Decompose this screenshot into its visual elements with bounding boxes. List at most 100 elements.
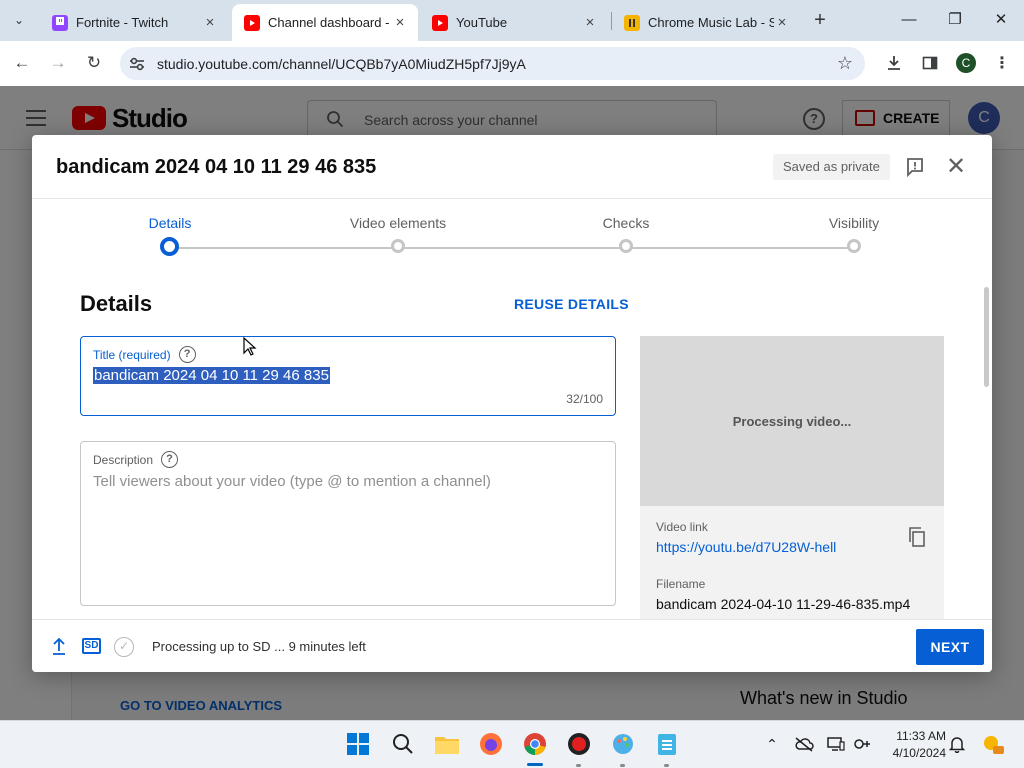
system-clock[interactable]: 11:33 AM 4/10/2024 <box>882 728 946 762</box>
step-video-elements[interactable]: Video elements <box>318 215 478 253</box>
youtube-studio-icon <box>244 14 260 31</box>
checks-icon: ✓ <box>114 637 134 657</box>
dialog-title: bandicam 2024 04 10 11 29 46 835 <box>56 156 377 178</box>
step-indicator <box>847 239 861 253</box>
close-tab-icon[interactable]: × <box>392 14 408 31</box>
active-app-indicator <box>527 763 543 766</box>
clock-date: 4/10/2024 <box>892 746 946 760</box>
close-tab-icon[interactable]: × <box>202 14 218 31</box>
browser-toolbar: ← → ↻ studio.youtube.com/channel/UCQBb7y… <box>0 41 1024 86</box>
new-tab-icon[interactable]: + <box>809 9 831 31</box>
search-icon[interactable] <box>390 731 416 757</box>
tab-chrome-music-lab[interactable]: Chrome Music Lab - S × <box>612 4 800 41</box>
step-indicator <box>160 237 179 256</box>
processing-message: Processing video... <box>732 414 852 429</box>
close-tab-icon[interactable]: × <box>582 14 598 31</box>
title-label-text: Title (required) <box>93 347 171 362</box>
video-preview-panel: Processing video... Video link https://y… <box>640 336 944 626</box>
back-icon[interactable]: ← <box>10 51 34 75</box>
close-tab-icon[interactable]: × <box>774 14 790 31</box>
bookmark-star-icon[interactable]: ☆ <box>837 53 853 74</box>
file-explorer-icon[interactable] <box>434 731 460 757</box>
title-field[interactable]: Title (required) ? bandicam 2024 04 10 1… <box>80 336 616 416</box>
video-link[interactable]: https://youtu.be/d7U28W-hell <box>656 539 836 555</box>
step-checks[interactable]: Checks <box>546 215 706 253</box>
filename-value: bandicam 2024-04-10 11-29-46-835.mp4 <box>656 596 911 612</box>
address-bar[interactable]: studio.youtube.com/channel/UCQBb7yA0Miud… <box>120 47 865 80</box>
dialog-scrollbar[interactable] <box>984 287 989 387</box>
side-panel-icon[interactable] <box>919 52 941 74</box>
weather-widget-icon[interactable] <box>980 734 1006 754</box>
close-dialog-icon[interactable]: ✕ <box>945 155 967 179</box>
step-details[interactable]: Details <box>90 215 250 256</box>
youtube-icon <box>432 14 448 31</box>
tab-youtube[interactable]: YouTube × <box>420 4 608 41</box>
video-thumbnail: Processing video... <box>640 336 944 506</box>
upload-icon[interactable] <box>52 636 66 656</box>
firefox-icon[interactable] <box>478 731 504 757</box>
filename-label: Filename <box>656 577 706 591</box>
profile-avatar[interactable]: C <box>956 53 976 73</box>
step-label: Video elements <box>349 215 447 231</box>
processing-status: Processing up to SD ... 9 minutes left <box>152 639 366 654</box>
tab-title: Channel dashboard - Y <box>268 15 392 30</box>
tab-title: YouTube <box>456 15 508 30</box>
restore-icon[interactable]: ❐ <box>943 8 967 32</box>
url-text[interactable]: studio.youtube.com/channel/UCQBb7yA0Miud… <box>157 56 526 72</box>
title-input-value[interactable]: bandicam 2024 04 10 11 29 46 835 <box>93 367 330 384</box>
clock-time: 11:33 AM <box>896 729 946 743</box>
step-indicator <box>619 239 633 253</box>
network-icon[interactable] <box>852 734 872 754</box>
display-icon[interactable] <box>826 734 846 754</box>
upload-stepper: Details Video elements Checks Visibility <box>32 199 992 269</box>
browser-tab-bar: ⌄ Fortnite - Twitch × Channel dashboard … <box>0 0 1024 41</box>
download-icon[interactable] <box>883 52 905 74</box>
tab-search-icon[interactable]: ⌄ <box>6 8 32 32</box>
notification-bell-icon[interactable] <box>947 734 967 754</box>
help-icon[interactable]: ? <box>161 451 179 468</box>
tab-twitch[interactable]: Fortnite - Twitch × <box>40 4 228 41</box>
windows-start-icon[interactable] <box>345 731 371 757</box>
title-field-label: Title (required) ? <box>93 346 196 363</box>
description-label-text: Description <box>93 452 154 467</box>
music-lab-icon <box>624 14 640 31</box>
notepad-icon[interactable] <box>654 731 680 757</box>
site-info-icon[interactable] <box>128 55 146 73</box>
feedback-icon[interactable] <box>906 157 924 177</box>
sd-quality-badge: SD <box>82 638 101 654</box>
onedrive-offline-icon[interactable] <box>794 734 814 754</box>
saved-status-badge: Saved as private <box>773 154 890 180</box>
close-window-icon[interactable]: ✕ <box>989 8 1013 32</box>
description-field[interactable]: Description ? Tell viewers about your vi… <box>80 441 616 606</box>
copy-icon[interactable] <box>908 527 926 547</box>
minimize-icon[interactable]: — <box>897 8 921 32</box>
windows-taskbar: ⌃ 11:33 AM 4/10/2024 <box>0 720 1024 768</box>
chrome-icon[interactable] <box>522 731 548 757</box>
more-menu-icon[interactable]: ⋮ <box>991 52 1013 74</box>
tab-channel-dashboard[interactable]: Channel dashboard - Y × <box>232 4 418 41</box>
upload-dialog: bandicam 2024 04 10 11 29 46 835 Saved a… <box>32 135 992 672</box>
section-title: Details <box>80 291 153 316</box>
bandicam-icon[interactable] <box>566 731 592 757</box>
paint-icon[interactable] <box>610 731 636 757</box>
reload-icon[interactable]: ↻ <box>82 51 106 75</box>
step-visibility[interactable]: Visibility <box>774 215 934 253</box>
title-char-count: 32/100 <box>566 392 603 406</box>
step-label: Details <box>148 215 192 231</box>
description-field-label: Description ? <box>93 451 179 468</box>
next-button[interactable]: NEXT <box>916 629 984 665</box>
running-app-indicator <box>664 764 669 767</box>
chevron-up-icon[interactable]: ⌃ <box>762 734 782 754</box>
step-label: Checks <box>602 215 650 231</box>
tab-title: Fortnite - Twitch <box>76 15 169 30</box>
video-link-label: Video link <box>656 520 708 534</box>
stepper-line <box>170 247 854 249</box>
running-app-indicator <box>620 764 625 767</box>
step-label: Visibility <box>828 215 880 231</box>
tab-title: Chrome Music Lab - S <box>648 15 774 30</box>
reuse-details-button[interactable]: REUSE DETAILS <box>514 296 629 312</box>
mouse-cursor-icon <box>243 337 257 356</box>
forward-icon[interactable]: → <box>46 51 70 75</box>
description-placeholder[interactable]: Tell viewers about your video (type @ to… <box>93 473 491 490</box>
help-icon[interactable]: ? <box>178 346 196 363</box>
